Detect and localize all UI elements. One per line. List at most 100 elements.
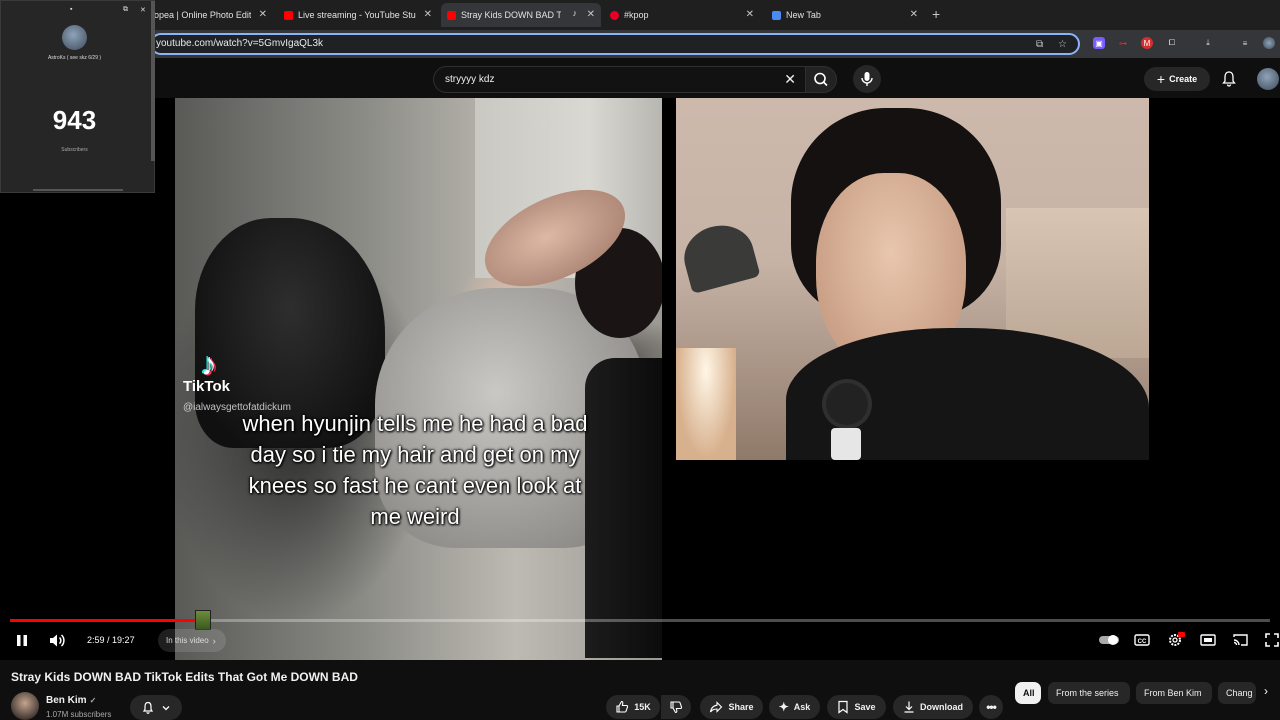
search-input[interactable]: stryyyy kdz ✕ <box>433 66 807 93</box>
dislike-button[interactable] <box>661 695 691 719</box>
widget-popout-icon[interactable]: ⧉ <box>123 6 128 14</box>
theater-mode-button[interactable] <box>1199 632 1217 648</box>
bell-icon <box>142 701 154 714</box>
account-avatar[interactable] <box>1257 68 1279 90</box>
channel-subscriber-count: 1.07M subscribers <box>46 710 112 719</box>
chapter-thumbnail <box>195 610 211 630</box>
subscribed-notifications-button[interactable] <box>130 695 182 720</box>
extension-icon[interactable]: ⊶ <box>1117 37 1129 49</box>
download-button[interactable]: Download <box>893 695 973 719</box>
more-horizontal-icon: ••• <box>986 700 997 714</box>
fullscreen-button[interactable] <box>1264 632 1280 648</box>
subscriber-count: 943 <box>52 105 97 135</box>
screen: opea | Online Photo Edit ✕ Live streamin… <box>0 0 1280 720</box>
video-caption-text: when hyunjin tells me he had a bad day s… <box>242 411 588 529</box>
tab-current-video[interactable]: Stray Kids DOWN BAD Ti ♪ ✕ <box>441 3 601 27</box>
ask-button[interactable]: ✦ Ask <box>769 695 820 719</box>
like-button[interactable]: 15K <box>606 695 660 719</box>
download-icon[interactable]: ⤓ <box>1202 37 1214 49</box>
pause-icon <box>17 635 27 646</box>
settings-button[interactable] <box>1166 632 1185 648</box>
chip-from-the-series[interactable]: From the series <box>1048 682 1130 704</box>
tab-photo-editor[interactable]: opea | Online Photo Edit ✕ <box>148 3 273 27</box>
profile-avatar-icon[interactable] <box>1263 37 1275 49</box>
clear-search-icon[interactable]: ✕ <box>784 71 796 88</box>
mute-button[interactable] <box>48 632 66 649</box>
chevron-down-icon <box>162 705 170 710</box>
thumbs-up-icon <box>616 700 629 713</box>
volume-icon <box>50 634 65 647</box>
bookmark-icon <box>838 700 849 714</box>
save-button[interactable]: Save <box>827 695 886 719</box>
share-icon <box>710 701 723 713</box>
closed-captions-icon: CC <box>1134 634 1150 646</box>
autoplay-toggle-icon <box>1099 635 1119 645</box>
create-button[interactable]: + Create <box>1144 67 1210 91</box>
fullscreen-icon <box>1265 633 1279 647</box>
pause-button[interactable] <box>15 633 29 648</box>
close-tab-icon[interactable]: ✕ <box>587 9 595 20</box>
time-display: 2:59 / 19:27 <box>87 635 135 645</box>
search-button[interactable] <box>805 66 837 93</box>
tiktok-watermark: ♪ TikTok <box>183 348 253 395</box>
verified-check-icon: ✓ <box>89 696 97 705</box>
tab-kpop[interactable]: #kpop ✕ <box>604 3 760 27</box>
new-tab-plus-icon[interactable]: + <box>932 6 940 22</box>
more-actions-button[interactable]: ••• <box>979 695 1003 719</box>
widget-avatar <box>62 25 87 50</box>
widget-scrollbar[interactable] <box>151 1 155 161</box>
widget-close-icon[interactable]: ✕ <box>140 6 146 14</box>
video-title: Stray Kids DOWN BAD TikTok Edits That Go… <box>11 670 358 684</box>
close-tab-icon[interactable]: ✕ <box>259 9 267 20</box>
subtitles-button[interactable]: CC <box>1133 632 1151 648</box>
sparkle-icon: ✦ <box>778 700 789 714</box>
audio-playing-icon[interactable]: ♪ <box>573 8 578 18</box>
close-tab-icon[interactable]: ✕ <box>746 9 754 20</box>
share-button[interactable]: Share <box>700 695 763 719</box>
pinterest-favicon-icon <box>610 10 619 20</box>
widget-youtube-icon: ▪ <box>70 6 73 13</box>
media-control-icon[interactable]: ≡ <box>1239 37 1251 49</box>
chevron-right-icon: › <box>212 635 216 646</box>
tab-new-tab[interactable]: New Tab ✕ <box>766 3 924 27</box>
browser-toolbar: youtube.com/watch?v=5GmvIgaQL3k ⧉ ☆ <box>0 30 1280 58</box>
gear-icon <box>1169 632 1185 646</box>
theater-mode-icon <box>1200 634 1216 646</box>
thumbs-down-icon <box>670 701 683 714</box>
bookmark-star-icon[interactable]: ☆ <box>1058 39 1067 50</box>
download-icon <box>904 701 914 713</box>
browser-tab-strip: opea | Online Photo Edit ✕ Live streamin… <box>0 0 1280 30</box>
seek-bar[interactable] <box>10 610 1270 630</box>
chip-from-channel[interactable]: From Ben Kim <box>1136 682 1212 704</box>
cast-tab-icon[interactable]: ⧉ <box>1036 39 1043 50</box>
extension-icon[interactable]: M <box>1141 37 1153 49</box>
subscriber-count-widget: ▪ ⧉ ✕ AstroKs ( see skz 6/29 ) 943 Subsc… <box>0 0 155 193</box>
close-tab-icon[interactable]: ✕ <box>910 9 918 20</box>
search-icon <box>814 72 828 87</box>
notifications-bell-icon[interactable] <box>1220 70 1238 88</box>
chapter-button[interactable]: In this video › <box>158 629 226 652</box>
close-tab-icon[interactable]: ✕ <box>424 9 432 20</box>
microphone-icon <box>861 72 873 86</box>
channel-avatar[interactable] <box>11 692 39 720</box>
extensions-puzzle-icon[interactable]: ⧠ <box>1166 37 1178 49</box>
channel-name-link[interactable]: Ben Kim ✓ <box>46 695 96 706</box>
chip-all[interactable]: All <box>1015 682 1041 704</box>
plus-icon: + <box>1156 71 1166 87</box>
address-bar[interactable]: youtube.com/watch?v=5GmvIgaQL3k ⧉ ☆ <box>150 33 1080 55</box>
svg-text:CC: CC <box>1138 639 1147 645</box>
youtube-favicon-icon <box>447 10 456 20</box>
chip-truncated[interactable]: Chang <box>1218 682 1256 704</box>
tiktok-logo-icon: ♪ <box>201 346 217 382</box>
tiktok-video-frame: ♪ TikTok @ialwaysgettofatdickum when hyu… <box>175 98 662 660</box>
webcam-reaction-frame <box>676 98 1149 460</box>
tab-youtube-studio[interactable]: Live streaming - YouTube Stu ✕ <box>278 3 438 27</box>
new-tab-favicon-icon <box>772 10 781 20</box>
autoplay-toggle[interactable] <box>1098 634 1120 646</box>
cast-icon <box>1233 634 1248 646</box>
cast-button[interactable] <box>1231 632 1249 648</box>
voice-search-button[interactable] <box>853 65 881 93</box>
extension-icon[interactable]: ▣ <box>1093 37 1105 49</box>
chips-next-arrow-icon[interactable]: › <box>1264 684 1268 698</box>
youtube-favicon-icon <box>284 10 293 20</box>
